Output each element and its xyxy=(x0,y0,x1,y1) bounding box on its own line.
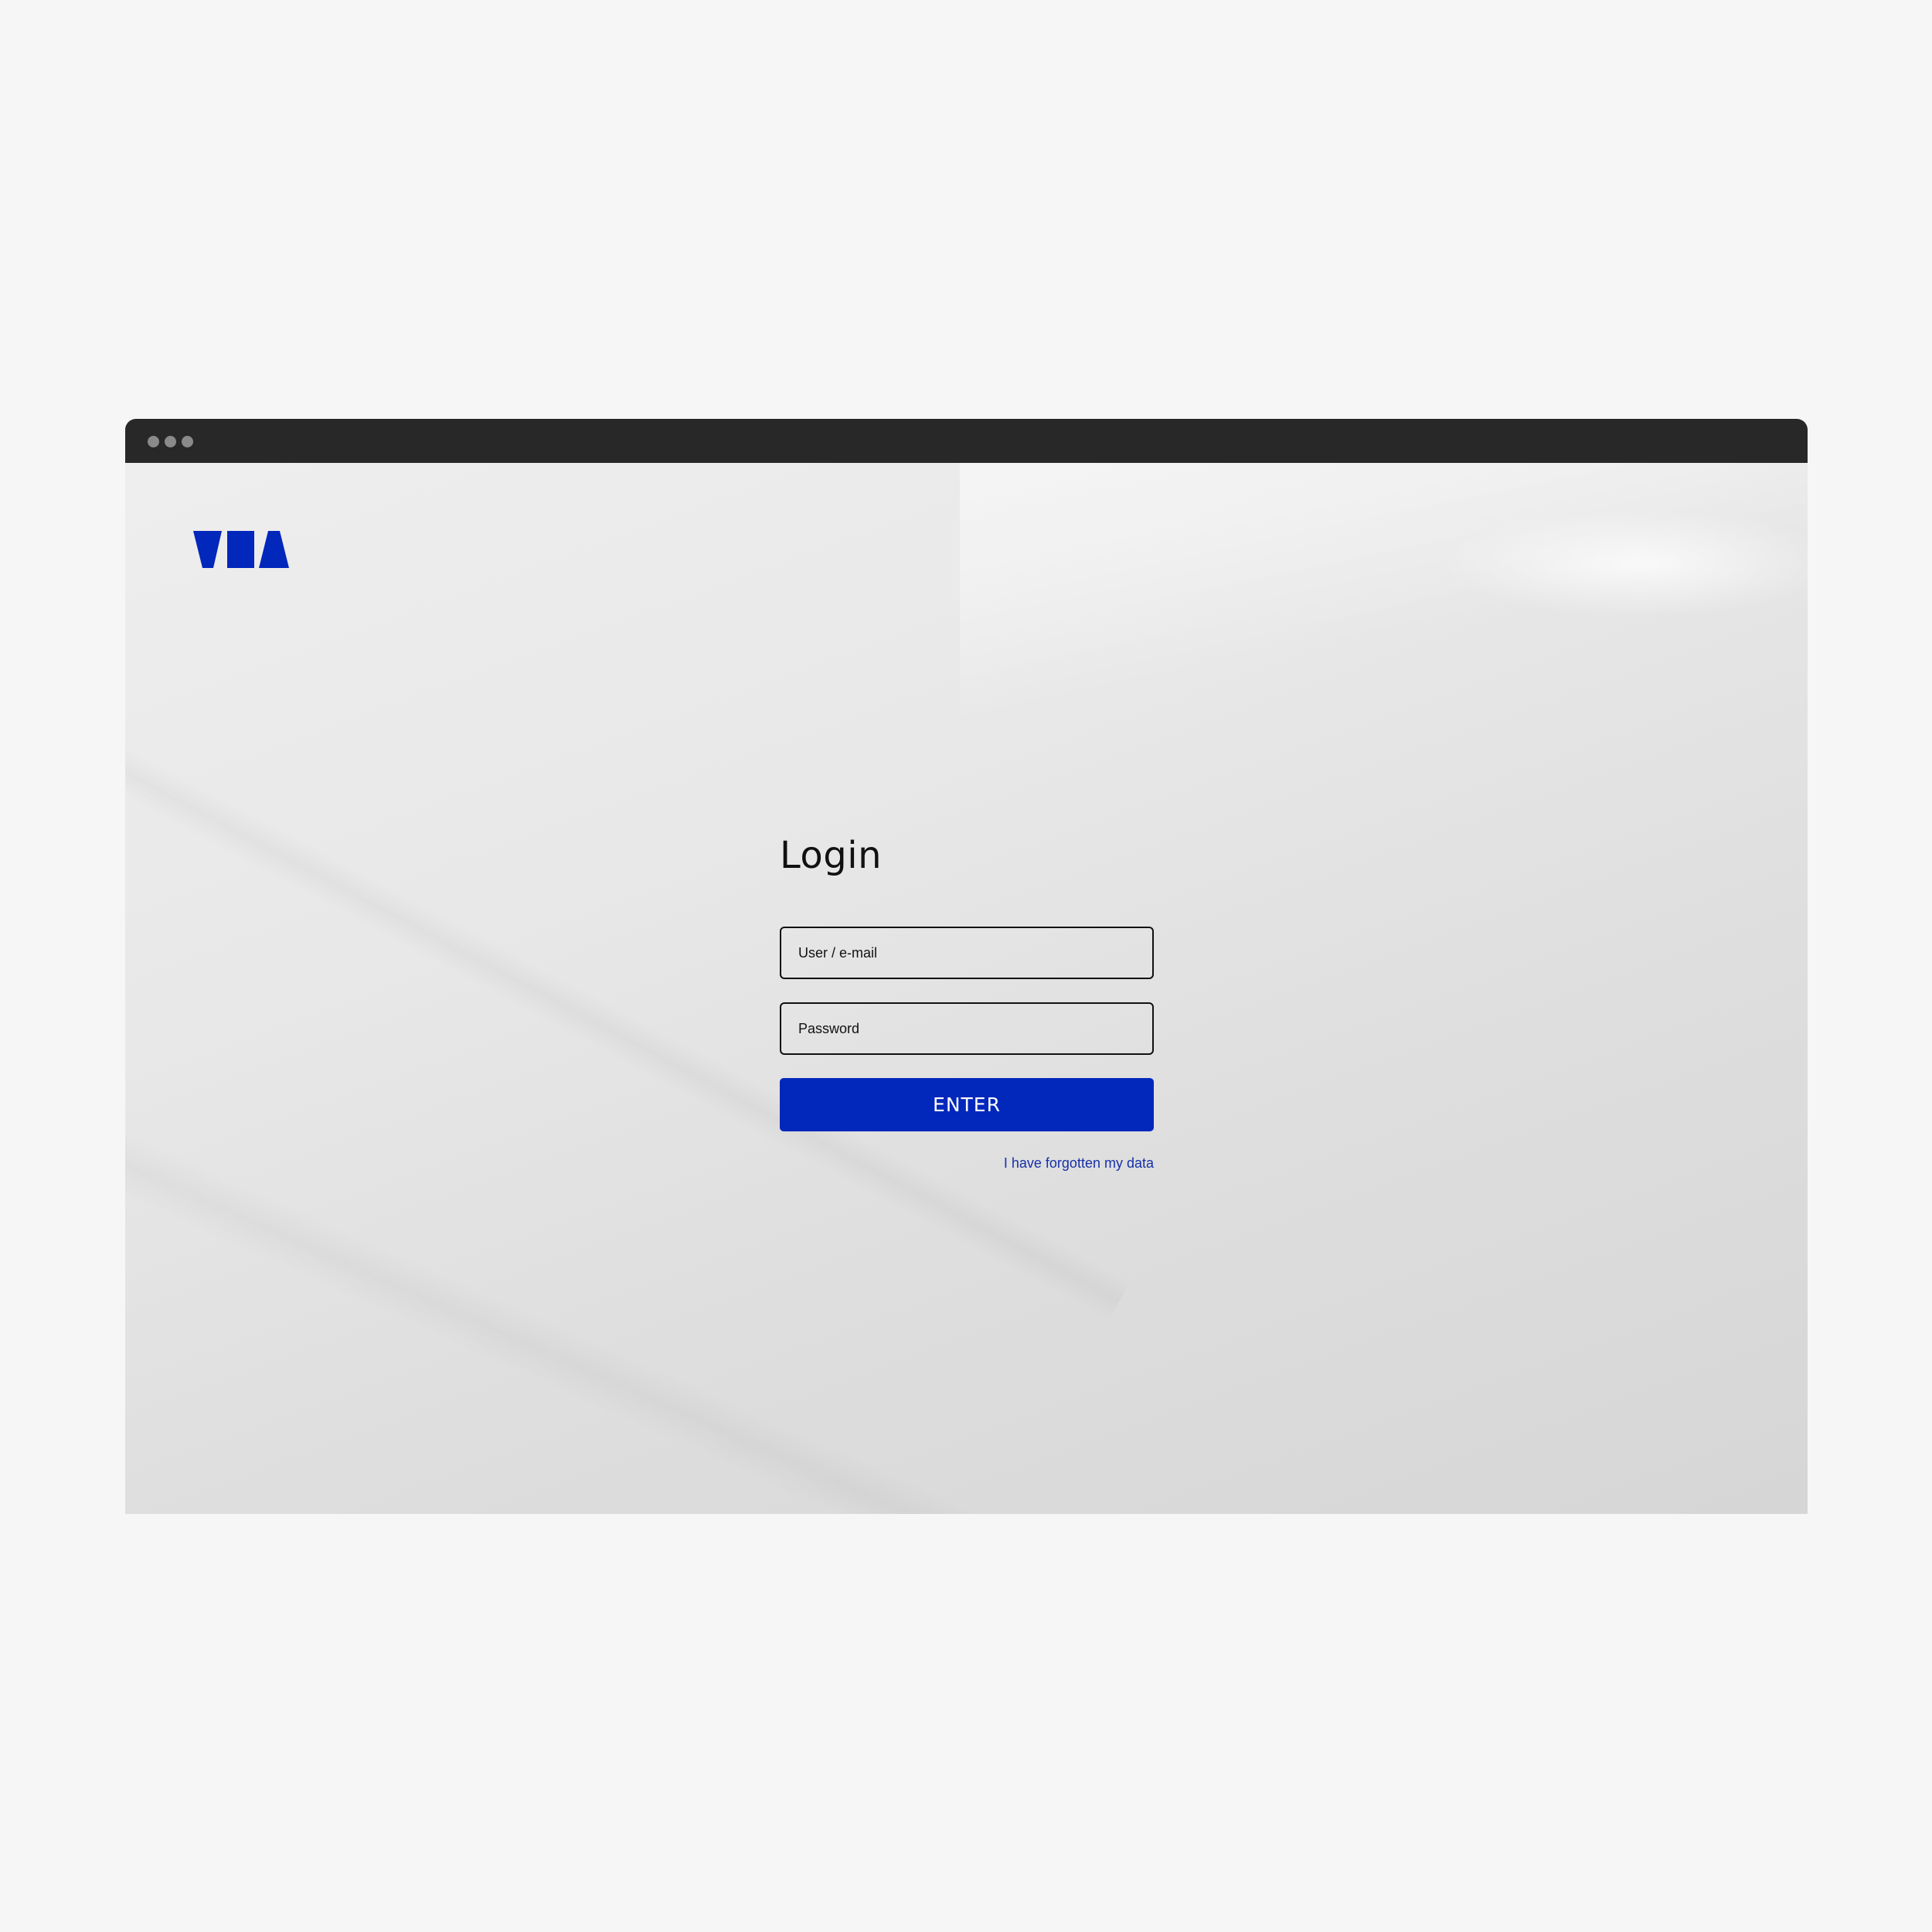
vta-logo-icon[interactable] xyxy=(193,531,289,568)
page-title: Login xyxy=(780,834,882,877)
user-email-input[interactable] xyxy=(781,928,1152,978)
background-shadow-streak xyxy=(125,664,1131,1322)
background-highlight xyxy=(1439,509,1808,617)
enter-button[interactable]: ENTER xyxy=(780,1078,1154,1131)
password-input[interactable] xyxy=(781,1004,1152,1053)
window-control-dot-2[interactable] xyxy=(165,436,176,447)
window-control-dot-3[interactable] xyxy=(182,436,193,447)
user-email-field[interactable] xyxy=(780,927,1154,979)
background-shadow-streak xyxy=(125,1097,1107,1514)
browser-window: Login ENTER I have forgotten my data xyxy=(125,419,1808,1514)
forgot-data-link[interactable]: I have forgotten my data xyxy=(1004,1155,1154,1172)
login-panel: Login ENTER I have forgotten my data xyxy=(780,832,1154,1171)
page-viewport: Login ENTER I have forgotten my data xyxy=(125,463,1808,1514)
password-field[interactable] xyxy=(780,1002,1154,1055)
background-light-patch xyxy=(960,463,1808,726)
window-control-dot-1[interactable] xyxy=(148,436,159,447)
window-titlebar xyxy=(125,419,1808,463)
